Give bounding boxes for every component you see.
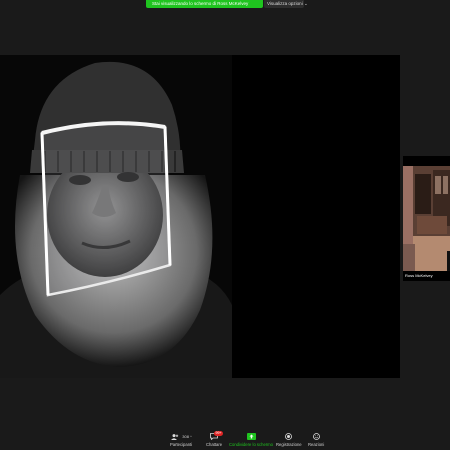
participants-button[interactable]: 308 ^ Partecipanti xyxy=(170,432,192,447)
participants-label: Partecipanti xyxy=(170,442,193,447)
share-status-banner: Stai visualizzando lo schermo di Ross Mc… xyxy=(146,0,263,8)
participant-room-video xyxy=(403,156,450,281)
chat-icon: 99+ xyxy=(209,431,224,441)
meeting-toolbar: 308 ^ Partecipanti 99+ Chattare Condivid… xyxy=(0,430,450,450)
view-options-dropdown[interactable]: Visualizza opzioni ⌄ xyxy=(264,0,308,8)
participants-count: 308 xyxy=(182,434,189,439)
chat-unread-badge: 99+ xyxy=(214,431,224,436)
chat-button[interactable]: 99+ Chattare xyxy=(206,431,224,447)
reactions-label: Reazioni xyxy=(308,442,325,447)
record-button[interactable]: Registrazione xyxy=(276,432,302,447)
view-options-label: Visualizza opzioni xyxy=(267,1,303,6)
shared-screen-image xyxy=(0,55,232,378)
participant-video-thumbnail[interactable]: Ross McKelvey xyxy=(403,156,450,281)
chat-label: Chattare xyxy=(206,442,223,447)
participant-name-label: Ross McKelvey xyxy=(403,273,435,279)
participants-icon xyxy=(170,432,180,441)
chevron-down-icon: ⌄ xyxy=(303,1,308,6)
record-label: Registrazione xyxy=(276,442,302,447)
record-icon xyxy=(284,432,294,441)
smiley-icon xyxy=(311,432,321,441)
share-screen-button[interactable]: Condividere lo schermo xyxy=(229,432,273,447)
bearded-man-face-shield-photo xyxy=(0,55,232,378)
reactions-button[interactable]: Reazioni xyxy=(308,432,324,447)
share-screen-label: Condividere lo schermo xyxy=(229,442,273,447)
chevron-up-icon[interactable]: ^ xyxy=(190,434,192,439)
share-screen-icon xyxy=(246,432,256,441)
shared-screen-black-area xyxy=(232,55,400,378)
